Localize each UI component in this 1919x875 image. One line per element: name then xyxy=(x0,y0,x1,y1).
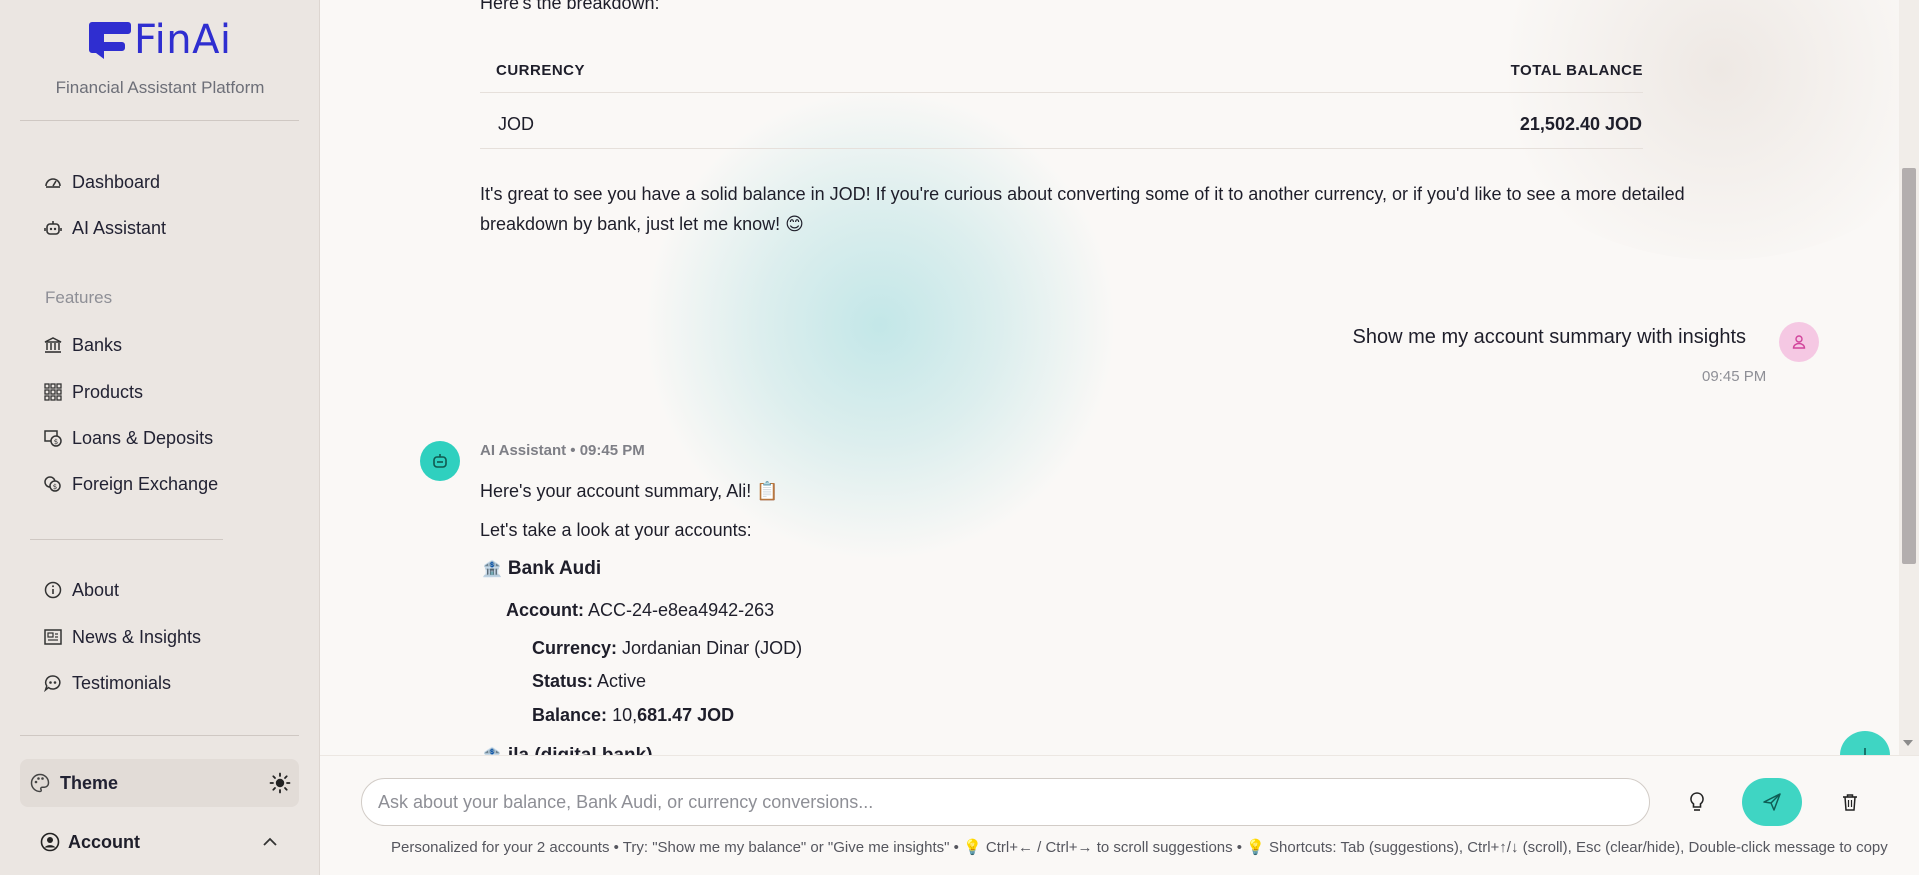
account-menu[interactable]: Account xyxy=(20,823,299,861)
chat-input[interactable] xyxy=(361,778,1650,826)
app-tagline: Financial Assistant Platform xyxy=(55,78,265,97)
nav-label: Testimonials xyxy=(72,672,172,693)
bank-heading: 🏦 Bank Audi xyxy=(482,558,601,580)
send-icon xyxy=(1763,793,1781,811)
svg-text:$: $ xyxy=(53,483,57,491)
bank-heading-partial: 🏦 ila (digital bank) xyxy=(482,745,653,755)
status-value: Active xyxy=(597,671,647,691)
table-header-currency: CURRENCY xyxy=(496,62,586,79)
robot-icon xyxy=(433,454,447,468)
palette-icon xyxy=(30,773,50,793)
composer-hint: Personalized for your 2 accounts • Try: … xyxy=(391,839,1888,856)
robot-icon xyxy=(44,221,62,235)
sun-icon[interactable] xyxy=(269,772,291,794)
newspaper-icon xyxy=(44,629,62,645)
table-header-total-balance: TOTAL BALANCE xyxy=(1510,62,1643,79)
message-text: Let's take a look at your accounts: xyxy=(480,520,752,540)
divider xyxy=(30,539,223,540)
nav-news-insights[interactable]: News & Insights xyxy=(44,623,201,651)
table-cell-balance: 21,502.40 JOD xyxy=(1519,114,1642,134)
nav-label: Banks xyxy=(72,334,123,355)
message-timestamp: 09:45 PM xyxy=(1702,368,1767,385)
balance-value: 681.47 JOD xyxy=(637,705,735,725)
nav-label: News & Insights xyxy=(72,626,202,647)
theme-toggle[interactable]: Theme xyxy=(20,759,299,807)
info-icon xyxy=(44,581,62,599)
user-circle-icon xyxy=(40,832,60,852)
app-logo[interactable]: FinAi xyxy=(88,17,232,63)
bank-icon xyxy=(44,337,62,353)
user-avatar xyxy=(1779,322,1819,362)
account-number: ACC-24-e8ea4942-263 xyxy=(588,600,775,620)
nav-foreign-exchange[interactable]: $ Foreign Exchange xyxy=(44,470,218,498)
theme-label: Theme xyxy=(60,772,119,793)
nav-label: Dashboard xyxy=(72,171,161,192)
features-section-label: Features xyxy=(45,288,113,307)
nav-loans-deposits[interactable]: $ Loans & Deposits xyxy=(44,424,213,452)
scroll-down-arrow-icon[interactable] xyxy=(1903,740,1913,746)
bank-name: Bank Audi xyxy=(507,558,602,579)
status-line: Status: Active xyxy=(532,671,646,692)
nav-label: About xyxy=(72,579,120,600)
currency-value: Jordanian Dinar (JOD) xyxy=(622,638,803,658)
account-line: Account: ACC-24-e8ea4942-263 xyxy=(506,600,774,621)
nav-label: AI Assistant xyxy=(72,217,167,238)
table-cell-currency: JOD xyxy=(498,114,534,134)
user-message[interactable]: Show me my account summary with insights xyxy=(1353,326,1746,349)
message-text: It's great to see you have a solid balan… xyxy=(480,184,1685,204)
quote-icon xyxy=(44,675,61,692)
balance-label: Balance: xyxy=(532,705,608,725)
divider xyxy=(20,735,299,736)
table-divider xyxy=(480,92,1643,93)
trash-icon xyxy=(1843,794,1857,811)
account-label: Account: xyxy=(506,600,584,620)
message-text: breakdown by bank, just let me know! 😊 xyxy=(480,214,804,234)
message-text: Here's the breakdown: xyxy=(480,0,660,13)
exchange-icon: $ xyxy=(44,476,61,492)
sidebar: FinAi Financial Assistant Platform Dashb… xyxy=(0,0,320,875)
nav-label: Products xyxy=(72,381,144,402)
nav-testimonials[interactable]: Testimonials xyxy=(44,669,171,697)
send-button[interactable] xyxy=(1742,778,1802,826)
chevron-up-icon[interactable] xyxy=(261,833,279,851)
loan-icon: $ xyxy=(44,430,62,447)
nav-label: Foreign Exchange xyxy=(72,473,219,494)
nav-ai-assistant[interactable]: AI Assistant xyxy=(44,214,166,242)
chat-logo-icon xyxy=(89,22,131,59)
bank-icon: 🏦 xyxy=(482,748,502,755)
nav-label: Loans & Deposits xyxy=(72,427,214,448)
status-label: Status: xyxy=(532,671,594,691)
assistant-meta: AI Assistant • 09:45 PM xyxy=(480,442,645,459)
svg-text:$: $ xyxy=(54,438,58,446)
bank-name: ila (digital bank) xyxy=(508,745,653,755)
app-name: FinAi xyxy=(134,17,232,63)
scrollbar-thumb[interactable] xyxy=(1902,168,1916,564)
dashboard-icon xyxy=(45,178,61,188)
account-label: Account xyxy=(68,831,140,852)
message-text: Here's your account summary, Ali! 📋 xyxy=(480,481,779,501)
suggestions-button[interactable] xyxy=(1686,791,1708,813)
table-divider xyxy=(480,148,1643,149)
clear-chat-button[interactable] xyxy=(1839,791,1861,813)
balance-line: Balance: 10,681.47 JOD xyxy=(532,705,734,726)
grid-icon xyxy=(44,383,62,401)
currency-label: Currency: xyxy=(532,638,618,658)
divider xyxy=(20,120,299,121)
nav-banks[interactable]: Banks xyxy=(44,331,122,359)
nav-products[interactable]: Products xyxy=(44,378,143,406)
bank-icon: 🏦 xyxy=(482,561,502,578)
assistant-avatar xyxy=(420,441,460,481)
nav-dashboard[interactable]: Dashboard xyxy=(44,168,160,196)
currency-line: Currency: Jordanian Dinar (JOD) xyxy=(532,638,802,659)
balance-prefix: 10, xyxy=(612,705,638,725)
user-icon xyxy=(1792,335,1806,349)
lightbulb-icon xyxy=(1690,792,1704,811)
nav-about[interactable]: About xyxy=(44,576,119,604)
